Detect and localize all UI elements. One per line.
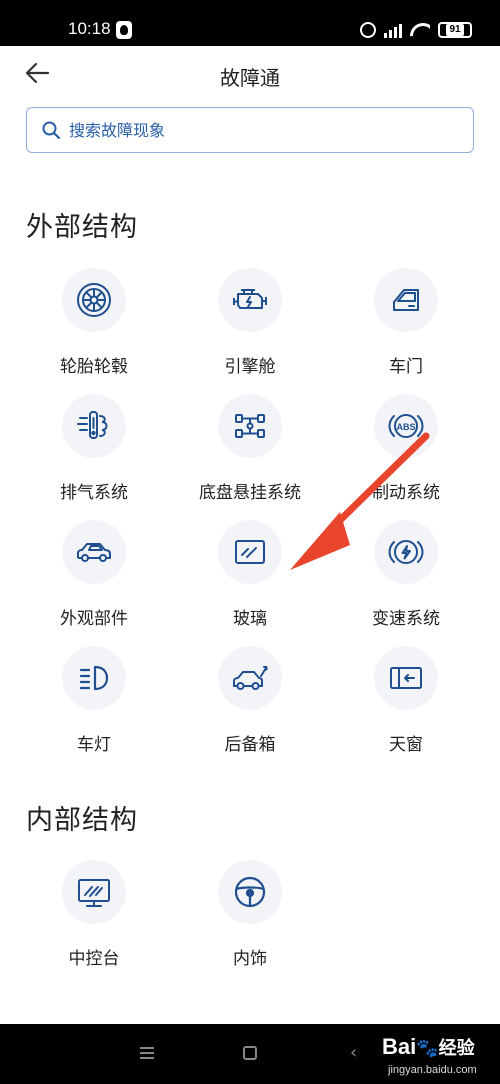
item-brake-system[interactable]: ABS 制动系统 [336, 394, 476, 514]
home-icon[interactable] [243, 1046, 257, 1060]
item-glass[interactable]: 玻璃 [180, 520, 320, 640]
item-chassis[interactable]: 底盘悬挂系统 [180, 394, 320, 514]
steering-wheel-icon [218, 860, 282, 924]
item-label: 中控台 [68, 949, 120, 969]
search-bar[interactable] [26, 107, 474, 153]
watermark-brand: Bai [382, 1034, 417, 1059]
battery-icon: 91 [438, 22, 472, 38]
search-input[interactable] [69, 118, 449, 142]
car-exterior-icon [62, 520, 126, 584]
item-transmission[interactable]: 变速系统 [336, 520, 476, 640]
item-label: 变速系统 [372, 609, 440, 629]
sunroof-icon [374, 646, 438, 710]
chassis-icon [218, 394, 282, 458]
item-label: 外观部件 [60, 609, 128, 629]
back-icon[interactable]: ‹ [350, 1043, 364, 1063]
item-car-lights[interactable]: 车灯 [24, 646, 164, 766]
item-label: 内饰 [233, 949, 267, 969]
item-label: 排气系统 [60, 483, 128, 503]
watermark-url: jingyan.baidu.com [388, 1064, 477, 1076]
status-icons: 91 [360, 18, 472, 42]
item-label: 天窗 [389, 735, 423, 755]
status-bar: 10:18 91 [0, 0, 500, 46]
qq-icon [116, 21, 132, 39]
signal-icon [384, 22, 402, 38]
item-label: 轮胎轮毂 [60, 357, 128, 377]
item-label: 制动系统 [372, 483, 440, 503]
item-interior-trim[interactable]: 内饰 [180, 860, 320, 980]
wifi-icon [410, 23, 430, 37]
item-label: 底盘悬挂系统 [199, 483, 301, 503]
alarm-icon [360, 22, 376, 38]
app-header: 故障通 [0, 46, 500, 102]
item-center-console[interactable]: 中控台 [24, 860, 164, 980]
item-car-door[interactable]: 车门 [336, 268, 476, 388]
watermark-brand-suffix: 经验 [438, 1038, 475, 1058]
item-sunroof[interactable]: 天窗 [336, 646, 476, 766]
watermark-logo: Bai🐾经验 [382, 1034, 475, 1059]
page-title: 故障通 [220, 66, 280, 90]
item-engine-bay[interactable]: 引擎舱 [180, 268, 320, 388]
section-title-exterior: 外部结构 [26, 212, 138, 243]
engine-icon [218, 268, 282, 332]
exhaust-icon [62, 394, 126, 458]
section-title-interior: 内部结构 [26, 805, 138, 836]
item-label: 车门 [389, 357, 423, 377]
transmission-icon [374, 520, 438, 584]
item-label: 引擎舱 [224, 357, 276, 377]
item-exterior-parts[interactable]: 外观部件 [24, 520, 164, 640]
status-time: 10:18 [68, 19, 111, 38]
trunk-icon [218, 646, 282, 710]
item-label: 玻璃 [233, 609, 267, 629]
battery-level: 91 [446, 24, 464, 36]
svg-text:ABS: ABS [396, 422, 415, 432]
item-label: 车灯 [77, 735, 111, 755]
glass-icon [218, 520, 282, 584]
item-exhaust[interactable]: 排气系统 [24, 394, 164, 514]
wheel-icon [62, 268, 126, 332]
car-door-icon [374, 268, 438, 332]
search-icon [42, 121, 61, 140]
item-tire-wheel[interactable]: 轮胎轮毂 [24, 268, 164, 388]
headlight-icon [62, 646, 126, 710]
abs-brake-icon: ABS [374, 394, 438, 458]
item-trunk[interactable]: 后备箱 [180, 646, 320, 766]
menu-icon[interactable] [140, 1047, 154, 1059]
center-console-icon [62, 860, 126, 924]
system-nav-bar: ‹ Bai🐾经验 jingyan.baidu.com [0, 1024, 500, 1084]
item-label: 后备箱 [224, 735, 276, 755]
